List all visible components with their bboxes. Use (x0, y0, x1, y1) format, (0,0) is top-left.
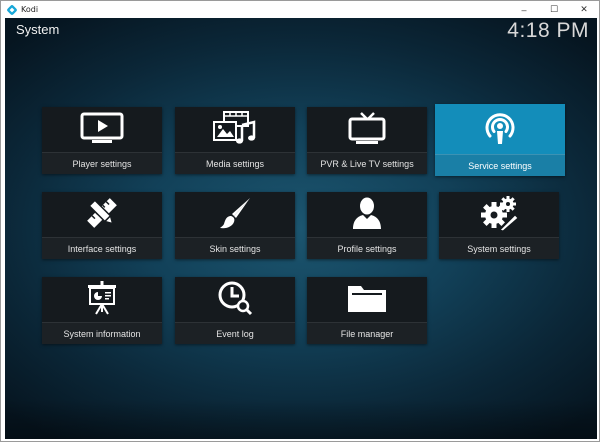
clock-search-icon (218, 281, 253, 316)
page-title: System (16, 22, 60, 37)
monitor-play-icon (80, 112, 124, 143)
minimize-button[interactable]: – (509, 1, 539, 18)
tile-label: Service settings (435, 154, 565, 176)
kodi-system-screen: System 4:18 PM Player settings Media set… (5, 18, 597, 439)
tile-label: Interface settings (42, 237, 162, 259)
tile-event-log[interactable]: Event log (175, 277, 295, 344)
pencil-ruler-icon (87, 198, 117, 228)
podcast-icon (485, 113, 515, 144)
user-icon (353, 197, 381, 229)
tile-file-manager[interactable]: File manager (307, 277, 427, 344)
paintbrush-icon (220, 198, 250, 229)
tv-icon (348, 112, 386, 144)
maximize-button[interactable]: ☐ (539, 1, 569, 18)
window-title: Kodi (21, 5, 39, 14)
tile-label: Skin settings (175, 237, 295, 259)
tile-label: Profile settings (307, 237, 427, 259)
tile-profile-settings[interactable]: Profile settings (307, 192, 427, 259)
close-button[interactable]: ✕ (569, 1, 599, 18)
clock: 4:18 PM (507, 19, 589, 42)
tile-system-settings[interactable]: System settings (439, 192, 559, 259)
bottom-shadow (5, 399, 597, 439)
tile-system-information[interactable]: System information (42, 277, 162, 344)
tile-media-settings[interactable]: Media settings (175, 107, 295, 174)
tile-label: File manager (307, 322, 427, 344)
tile-label: Event log (175, 322, 295, 344)
folder-icon (348, 286, 386, 312)
tile-interface-settings[interactable]: Interface settings (42, 192, 162, 259)
tile-label: Player settings (42, 152, 162, 174)
tile-label: System information (42, 322, 162, 344)
tile-skin-settings[interactable]: Skin settings (175, 192, 295, 259)
tile-service-settings[interactable]: Service settings (435, 104, 565, 176)
tile-label: PVR & Live TV settings (307, 152, 427, 174)
tile-pvr-live-tv-settings[interactable]: PVR & Live TV settings (307, 107, 427, 174)
gears-icon (481, 196, 519, 231)
tile-label: System settings (439, 237, 559, 259)
kodi-window: Kodi – ☐ ✕ System 4:18 PM Player setting… (0, 0, 600, 442)
tile-player-settings[interactable]: Player settings (42, 107, 162, 174)
media-icon (213, 111, 256, 144)
title-bar[interactable]: Kodi – ☐ ✕ (1, 1, 599, 18)
kodi-logo-icon (7, 4, 17, 15)
tile-label: Media settings (175, 152, 295, 174)
presentation-icon (88, 281, 116, 315)
window-controls: – ☐ ✕ (509, 1, 599, 18)
